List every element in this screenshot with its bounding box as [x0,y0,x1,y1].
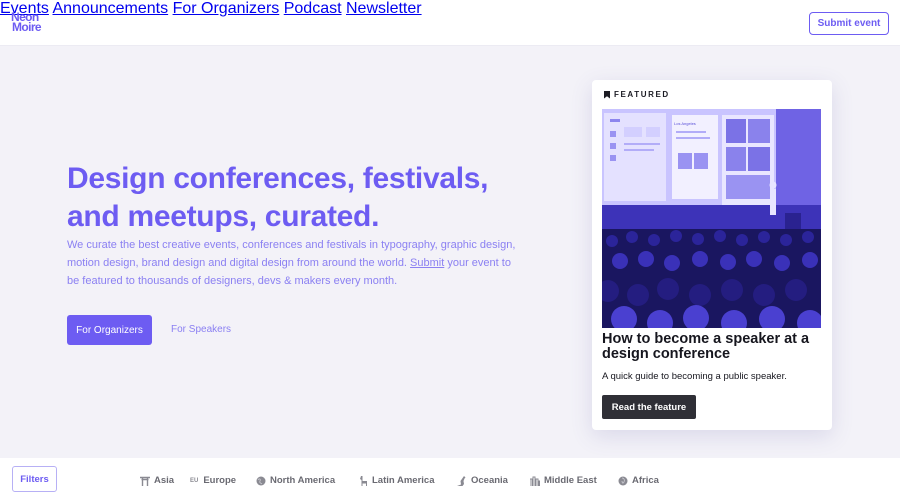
region-filter-africa[interactable]: Africa [617,475,659,486]
featured-image[interactable]: Los Angeles [602,109,821,328]
llama-icon [357,475,368,486]
submit-inline-link[interactable]: Submit [410,257,444,269]
building-icon [529,475,540,486]
nav-link-announcements[interactable]: Announcements [52,0,168,17]
region-filter-latin-america[interactable]: Latin America [357,475,434,486]
hero-title-line-1: Design conferences, festivals, [67,162,489,195]
hero-description: We curate the best creative events, conf… [67,236,517,290]
featured-subtitle: A quick guide to becoming a public speak… [602,371,787,382]
region-label: Middle East [544,475,597,486]
region-filter-north-america[interactable]: North America [255,475,335,486]
region-label: North America [270,475,336,486]
filters-button[interactable]: Filters [12,466,57,492]
region-filter-europe[interactable]: EU Europe [190,475,236,486]
region-filter-middle-east[interactable]: Middle East [529,475,597,486]
submit-event-button[interactable]: Submit event [809,12,889,35]
nav-link-for-organizers[interactable]: For Organizers [173,0,280,17]
bookmark-icon [604,90,610,99]
nav-link-newsletter[interactable]: Newsletter [346,0,422,17]
brand-logo[interactable]: Neon Moire [11,11,51,36]
torii-gate-icon [139,475,150,486]
logo-line-2: Moire [12,20,42,34]
featured-card[interactable]: FEATURED Los Angeles How to become a spe… [592,80,832,430]
featured-label: FEATURED [604,90,670,99]
for-speakers-link[interactable]: For Speakers [171,324,231,335]
screen-caption-text: Los Angeles [674,121,696,126]
region-label: Latin America [372,475,435,486]
region-label: Europe [203,475,237,486]
region-filter-asia[interactable]: Asia [139,475,174,486]
nav-link-podcast[interactable]: Podcast [284,0,342,17]
region-filter-bar: Filters Asia EU Europe North America Lat… [0,458,900,500]
region-label: Oceania [471,475,508,486]
featured-title[interactable]: How to become a speaker at a design conf… [602,332,824,362]
region-label: Africa [632,475,659,486]
globe-icon [255,475,266,486]
featured-label-text: FEATURED [614,90,670,99]
conference-stage-illustration: Los Angeles [602,109,821,328]
top-navigation-bar: Neon Moire Events Announcements For Orga… [0,0,900,46]
hero-title: Design conferences, festivals, and meetu… [67,160,507,236]
hero-title-line-2: and meetups, curated. [67,200,380,233]
region-label: Asia [154,475,175,486]
read-the-feature-button[interactable]: Read the feature [602,395,696,419]
for-organizers-button[interactable]: For Organizers [67,315,152,345]
kangaroo-icon [456,475,467,486]
eu-text-icon: EU [190,477,199,484]
region-filter-oceania[interactable]: Oceania [456,475,508,486]
globe-icon [617,475,628,486]
